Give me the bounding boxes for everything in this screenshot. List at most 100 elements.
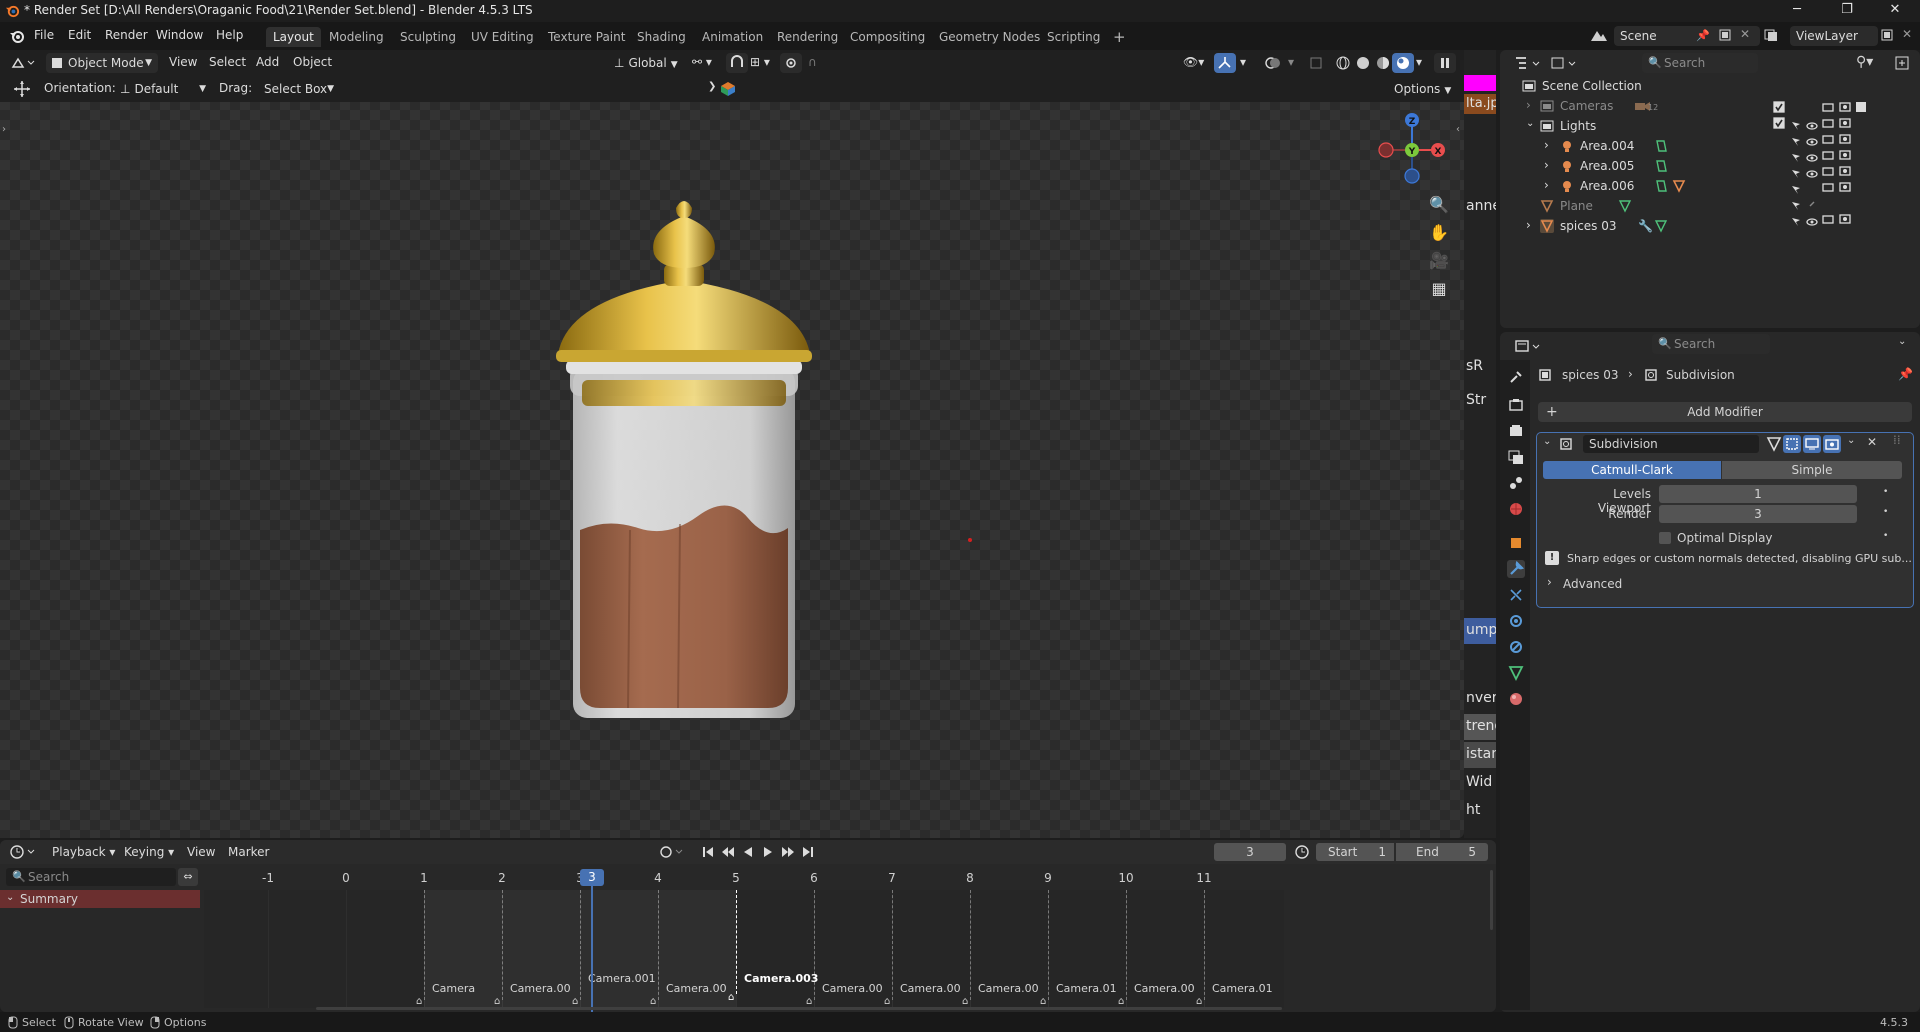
camera-marker-icon[interactable]: ⌂ bbox=[884, 996, 890, 1007]
render-toggle-icon[interactable] bbox=[1823, 435, 1841, 453]
frame-area[interactable] bbox=[204, 890, 1284, 1008]
modifier-tab-icon[interactable] bbox=[1507, 560, 1525, 578]
properties-search-input[interactable]: 🔍 Search bbox=[1652, 334, 1770, 354]
material-shading-icon[interactable] bbox=[1372, 53, 1394, 73]
viewport-toggle-icon[interactable] bbox=[1803, 435, 1821, 453]
current-frame-field[interactable]: 3 bbox=[1214, 843, 1286, 861]
chevron-down-icon[interactable]: ▾ bbox=[1416, 55, 1422, 69]
keyframe-dot-icon[interactable]: • bbox=[1883, 487, 1888, 497]
modifier-name-field[interactable]: Subdivision bbox=[1583, 435, 1759, 453]
minimize-button[interactable]: ─ bbox=[1774, 0, 1820, 22]
chevron-right-icon[interactable]: › bbox=[1547, 575, 1552, 589]
menu-view[interactable]: View bbox=[187, 845, 215, 859]
scene-tab-icon[interactable] bbox=[1507, 474, 1525, 492]
world-tab-icon[interactable] bbox=[1507, 500, 1525, 518]
swap-icon[interactable]: ⇔ bbox=[178, 868, 198, 886]
gizmo-toggle-icon[interactable] bbox=[1214, 53, 1236, 73]
options-dropdown[interactable]: Options ▼ bbox=[1388, 79, 1458, 99]
chevron-right-icon[interactable]: › bbox=[1526, 98, 1531, 112]
jump-keyframe-forward-icon[interactable] bbox=[780, 844, 796, 860]
jump-start-icon[interactable] bbox=[700, 844, 716, 860]
horizontal-scrollbar[interactable] bbox=[316, 1007, 1282, 1010]
chevron-right-icon[interactable]: › bbox=[1544, 178, 1549, 192]
tab-shading[interactable]: Shading bbox=[630, 27, 693, 47]
wireframe-shading-icon[interactable] bbox=[1332, 53, 1354, 73]
pivot-point-icon[interactable]: ⚯ ▾ bbox=[692, 55, 712, 69]
camera-marker-icon[interactable]: ⌂ bbox=[962, 996, 968, 1007]
chevron-down-icon[interactable]: ⌄ bbox=[1898, 336, 1906, 347]
vertical-scrollbar[interactable] bbox=[1490, 870, 1493, 930]
start-frame-field[interactable]: Start 1 bbox=[1316, 843, 1394, 861]
advanced-subpanel-header[interactable]: Advanced bbox=[1563, 577, 1622, 591]
menu-file[interactable]: File bbox=[34, 28, 54, 42]
chevron-down-icon[interactable]: ⌄ bbox=[1847, 435, 1855, 446]
channel-search-input[interactable]: 🔍 Search bbox=[6, 868, 176, 886]
drag-handle-icon[interactable]: ⁞⁞ bbox=[1893, 433, 1901, 447]
chevron-down-icon[interactable]: ▾ bbox=[1288, 55, 1294, 69]
camera-marker-icon[interactable]: ⌂ bbox=[416, 996, 422, 1007]
chevron-down-icon[interactable]: ▾ bbox=[1240, 55, 1246, 69]
camera-marker-icon[interactable]: ⌂ bbox=[1040, 996, 1046, 1007]
menu-window[interactable]: Window bbox=[156, 28, 203, 42]
menu-help[interactable]: Help bbox=[216, 28, 243, 42]
keyframe-dot-icon[interactable]: • bbox=[1883, 531, 1888, 541]
menu-object[interactable]: Object bbox=[293, 55, 332, 69]
restriction-toggles[interactable] bbox=[1770, 78, 1918, 238]
add-modifier-button[interactable]: + Add Modifier bbox=[1538, 402, 1912, 422]
orientation-dropdown[interactable]: ⊥ Default ▼ bbox=[114, 79, 210, 99]
view-layer-tab-icon[interactable] bbox=[1507, 448, 1525, 466]
camera-marker-icon[interactable]: ⌂ bbox=[806, 996, 812, 1007]
view-layer-icon[interactable] bbox=[1764, 28, 1786, 42]
delete-scene-icon[interactable]: ✕ bbox=[1740, 27, 1750, 41]
pause-render-icon[interactable] bbox=[1434, 53, 1456, 73]
levels-viewport-field[interactable]: 1 bbox=[1659, 485, 1857, 503]
view-layer-selector[interactable]: ViewLayer bbox=[1790, 26, 1878, 46]
camera-marker-icon[interactable]: ⌂ bbox=[572, 996, 578, 1007]
auto-keying-icon[interactable] bbox=[658, 844, 686, 860]
maximize-button[interactable]: ❐ bbox=[1824, 0, 1870, 22]
new-view-layer-icon[interactable] bbox=[1880, 28, 1894, 42]
editor-type-icon[interactable] bbox=[10, 55, 36, 71]
optimal-display-checkbox[interactable] bbox=[1659, 532, 1671, 544]
jump-end-icon[interactable] bbox=[800, 844, 816, 860]
playhead-frame-indicator[interactable]: 3 bbox=[580, 869, 604, 886]
pan-hand-icon[interactable]: ✋ bbox=[1426, 220, 1452, 246]
pin-icon[interactable]: 📌 bbox=[1898, 367, 1913, 381]
chevron-right-icon[interactable]: › bbox=[1544, 158, 1549, 172]
catmull-clark-button[interactable]: Catmull-Clark bbox=[1543, 461, 1721, 479]
tab-modeling[interactable]: Modeling bbox=[322, 27, 391, 47]
tab-geometry-nodes[interactable]: Geometry Nodes bbox=[932, 27, 1047, 47]
camera-view-icon[interactable]: 🎥 bbox=[1426, 248, 1452, 274]
timeline-editor-icon[interactable] bbox=[10, 844, 38, 860]
menu-add[interactable]: Add bbox=[256, 55, 279, 69]
scene-icon[interactable] bbox=[1588, 27, 1612, 45]
zoom-icon[interactable]: 🔍 bbox=[1426, 192, 1452, 218]
ortho-grid-icon[interactable]: ▦ bbox=[1426, 276, 1452, 302]
solid-shading-icon[interactable] bbox=[1352, 53, 1374, 73]
object-mode-dropdown[interactable]: Object Mode ▼ bbox=[46, 53, 158, 73]
tab-layout[interactable]: Layout bbox=[266, 27, 321, 47]
chevron-down-icon[interactable]: ⌄ bbox=[1526, 118, 1534, 129]
falloff-icon[interactable]: ∩ bbox=[808, 55, 817, 69]
remove-modifier-icon[interactable]: ✕ bbox=[1867, 435, 1877, 449]
xray-icon[interactable] bbox=[1306, 53, 1328, 73]
sidebar-expand-icon[interactable]: ‹ bbox=[1456, 124, 1460, 135]
overlay-toggle-icon[interactable] bbox=[1262, 53, 1284, 73]
chevron-right-icon[interactable]: › bbox=[1526, 218, 1531, 232]
toolbar-expand-icon[interactable]: › bbox=[2, 124, 6, 135]
end-frame-field[interactable]: End 5 bbox=[1396, 843, 1488, 861]
on-cage-toggle-icon[interactable] bbox=[1783, 435, 1801, 453]
outliner-search-input[interactable]: 🔍 Search bbox=[1642, 53, 1758, 73]
play-reverse-icon[interactable] bbox=[740, 844, 756, 860]
simple-button[interactable]: Simple bbox=[1722, 461, 1902, 479]
camera-marker-icon[interactable]: ⌂ bbox=[1118, 996, 1124, 1007]
camera-marker-icon[interactable]: ⌂ bbox=[728, 992, 734, 1003]
3d-viewport[interactable]: Object Mode ▼ View Select Add Object ⊥ Glo… bbox=[0, 50, 1464, 838]
tab-rendering[interactable]: Rendering bbox=[770, 27, 845, 47]
visibility-icon[interactable]: 👁▾ bbox=[1183, 55, 1204, 69]
transform-orientation-dropdown[interactable]: ⊥ Global ▼ bbox=[608, 53, 684, 73]
render-object-icon[interactable] bbox=[720, 81, 736, 97]
render-tab-icon[interactable] bbox=[1507, 396, 1525, 414]
play-icon[interactable] bbox=[760, 844, 776, 860]
mesh-data-tab-icon[interactable] bbox=[1507, 664, 1525, 682]
